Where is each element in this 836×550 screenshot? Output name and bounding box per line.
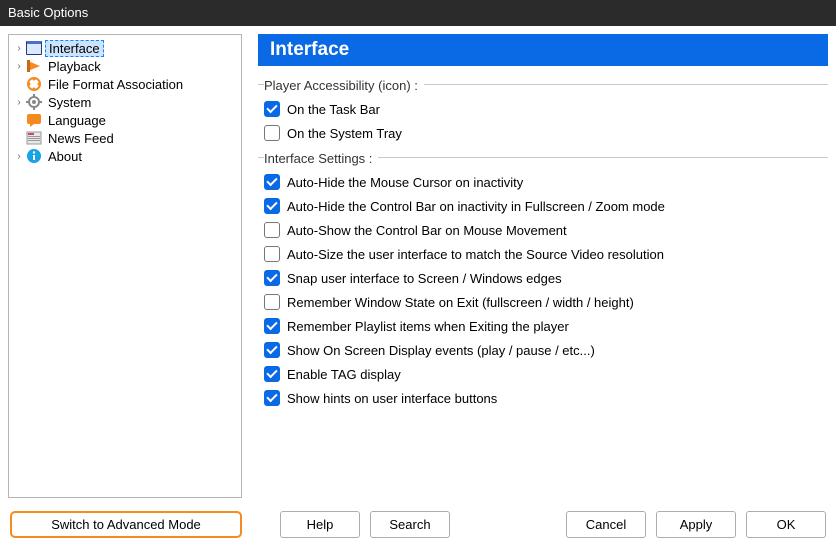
checkbox[interactable] xyxy=(264,222,280,238)
expand-arrow-icon: › xyxy=(13,151,25,162)
checkbox[interactable] xyxy=(264,174,280,190)
about-icon xyxy=(25,148,43,164)
sidebar-item-about[interactable]: › About xyxy=(11,147,239,165)
option-label: Show On Screen Display events (play / pa… xyxy=(287,343,595,358)
checkbox[interactable] xyxy=(264,246,280,262)
option-label: On the System Tray xyxy=(287,126,402,141)
option-remember-window-state-on-exit-[interactable]: Remember Window State on Exit (fullscree… xyxy=(258,290,828,314)
playback-icon xyxy=(25,58,43,74)
button-bar: Switch to Advanced Mode Help Search Canc… xyxy=(0,498,836,550)
search-button[interactable]: Search xyxy=(370,511,450,538)
group-title: Player Accessibility (icon) : xyxy=(264,78,424,93)
expand-arrow-icon: › xyxy=(13,97,25,108)
apply-button[interactable]: Apply xyxy=(656,511,736,538)
checkbox[interactable] xyxy=(264,270,280,286)
checkbox[interactable] xyxy=(264,198,280,214)
sidebar-item-news-feed[interactable]: · News Feed xyxy=(11,129,239,147)
checkbox[interactable] xyxy=(264,390,280,406)
language-icon xyxy=(25,112,43,128)
system-icon xyxy=(25,94,43,110)
tree-leaf-icon: · xyxy=(13,136,25,141)
news-feed-icon xyxy=(25,130,43,146)
option-show-hints-on-user-interface-b[interactable]: Show hints on user interface buttons xyxy=(258,386,828,410)
option-auto-show-the-control-bar-on-m[interactable]: Auto-Show the Control Bar on Mouse Movem… xyxy=(258,218,828,242)
checkbox[interactable] xyxy=(264,342,280,358)
sidebar-item-file-format-association[interactable]: · File Format Association xyxy=(11,75,239,93)
sidebar-item-label: Playback xyxy=(48,59,101,74)
sidebar-item-label: System xyxy=(48,95,91,110)
option-label: Auto-Show the Control Bar on Mouse Movem… xyxy=(287,223,567,238)
option-enable-tag-display[interactable]: Enable TAG display xyxy=(258,362,828,386)
option-label: Enable TAG display xyxy=(287,367,401,382)
main-panel: Interface Player Accessibility (icon) : O… xyxy=(258,34,828,498)
option-label: Auto-Hide the Mouse Cursor on inactivity xyxy=(287,175,523,190)
checkbox[interactable] xyxy=(264,366,280,382)
option-on-the-task-bar[interactable]: On the Task Bar xyxy=(258,97,828,121)
option-label: Auto-Hide the Control Bar on inactivity … xyxy=(287,199,665,214)
page-heading: Interface xyxy=(258,34,828,66)
file-format-icon xyxy=(25,76,43,92)
help-button[interactable]: Help xyxy=(280,511,360,538)
sidebar-item-label: About xyxy=(48,149,82,164)
sidebar-item-system[interactable]: › System xyxy=(11,93,239,111)
option-show-on-screen-display-events-[interactable]: Show On Screen Display events (play / pa… xyxy=(258,338,828,362)
sidebar-item-label: News Feed xyxy=(48,131,114,146)
sidebar-item-interface[interactable]: › Interface xyxy=(11,39,239,57)
sidebar-item-language[interactable]: · Language xyxy=(11,111,239,129)
expand-arrow-icon: › xyxy=(13,61,25,72)
option-label: Auto-Size the user interface to match th… xyxy=(287,247,664,262)
option-label: On the Task Bar xyxy=(287,102,380,117)
window-titlebar: Basic Options xyxy=(0,0,836,26)
option-remember-playlist-items-when-e[interactable]: Remember Playlist items when Exiting the… xyxy=(258,314,828,338)
ok-button[interactable]: OK xyxy=(746,511,826,538)
window-title: Basic Options xyxy=(8,5,88,20)
sidebar-item-label: Language xyxy=(48,113,106,128)
option-auto-hide-the-control-bar-on-i[interactable]: Auto-Hide the Control Bar on inactivity … xyxy=(258,194,828,218)
tree-leaf-icon: · xyxy=(13,82,25,87)
sidebar-item-label: Interface xyxy=(49,41,100,56)
switch-advanced-button[interactable]: Switch to Advanced Mode xyxy=(10,511,242,538)
expand-arrow-icon: › xyxy=(13,43,25,54)
checkbox[interactable] xyxy=(264,125,280,141)
group-title: Interface Settings : xyxy=(264,151,378,166)
sidebar-item-playback[interactable]: › Playback xyxy=(11,57,239,75)
options-tree: › Interface › Playback · File Format Associat… xyxy=(8,34,242,498)
checkbox[interactable] xyxy=(264,294,280,310)
option-label: Show hints on user interface buttons xyxy=(287,391,497,406)
checkbox[interactable] xyxy=(264,101,280,117)
option-snap-user-interface-to-screen-[interactable]: Snap user interface to Screen / Windows … xyxy=(258,266,828,290)
option-label: Snap user interface to Screen / Windows … xyxy=(287,271,562,286)
option-auto-hide-the-mouse-cursor-on-[interactable]: Auto-Hide the Mouse Cursor on inactivity xyxy=(258,170,828,194)
interface-icon xyxy=(25,40,43,56)
option-label: Remember Window State on Exit (fullscree… xyxy=(287,295,634,310)
sidebar-item-label: File Format Association xyxy=(48,77,183,92)
cancel-button[interactable]: Cancel xyxy=(566,511,646,538)
option-on-the-system-tray[interactable]: On the System Tray xyxy=(258,121,828,145)
option-auto-size-the-user-interface-t[interactable]: Auto-Size the user interface to match th… xyxy=(258,242,828,266)
option-label: Remember Playlist items when Exiting the… xyxy=(287,319,569,334)
checkbox[interactable] xyxy=(264,318,280,334)
tree-leaf-icon: · xyxy=(13,118,25,123)
